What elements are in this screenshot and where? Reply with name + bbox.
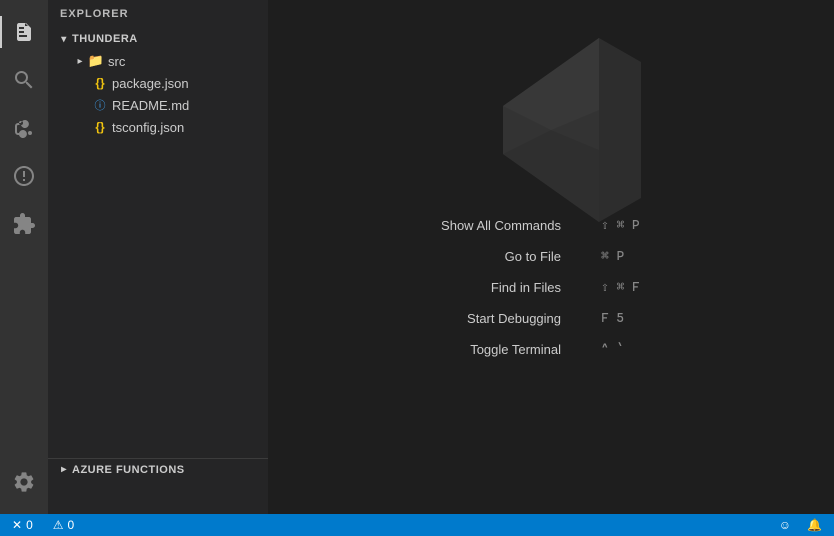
command-label-toggle-terminal: Toggle Terminal <box>441 342 561 357</box>
main-content: Show All Commands ⇧ ⌘ P Go to File ⌘ P F… <box>268 0 834 514</box>
folder-icon: 📁 <box>88 53 104 69</box>
error-icon: ✕ <box>12 518 22 532</box>
status-warnings[interactable]: ⚠ 0 <box>49 518 78 532</box>
json-icon-ts: {} <box>92 119 108 135</box>
chevron-right-icon: ▸ <box>72 53 88 69</box>
tree-item-readme[interactable]: ⓘ README.md <box>48 94 268 116</box>
warning-count: 0 <box>68 518 75 532</box>
tree-item-src[interactable]: ▸ 📁 src <box>48 50 268 72</box>
command-row-find-files[interactable]: Find in Files ⇧ ⌘ F <box>441 272 661 303</box>
status-errors[interactable]: ✕ 0 <box>8 518 37 532</box>
tree-item-package-json[interactable]: {} package.json <box>48 72 268 94</box>
tree-label-readme: README.md <box>112 98 189 113</box>
command-shortcut-start-debug: F 5 <box>601 311 661 326</box>
sidebar: Explorer ▾ THUNDERA ▸ 📁 src {} package.j… <box>48 0 268 514</box>
azure-section-label: AZURE FUNCTIONS <box>72 464 185 476</box>
chevron-down-icon: ▾ <box>56 31 72 47</box>
status-bar: ✕ 0 ⚠ 0 ☺ 🔔 <box>0 514 834 536</box>
command-label-find-files: Find in Files <box>441 280 561 295</box>
search-icon[interactable] <box>0 56 48 104</box>
tree-label-package-json: package.json <box>112 76 189 91</box>
debug-icon[interactable] <box>0 152 48 200</box>
tree-root-thundera[interactable]: ▾ THUNDERA <box>48 28 268 50</box>
command-row-goto-file[interactable]: Go to File ⌘ P <box>441 241 661 272</box>
status-bell[interactable]: 🔔 <box>803 518 826 532</box>
tree-label-src: src <box>108 54 125 69</box>
azure-section[interactable]: ▸ AZURE FUNCTIONS <box>48 458 268 480</box>
command-shortcut-toggle-terminal: ^ ` <box>601 342 661 357</box>
settings-icon[interactable] <box>0 458 48 506</box>
warning-icon: ⚠ <box>53 518 64 532</box>
status-smiley[interactable]: ☺ <box>775 518 795 532</box>
command-shortcut-find-files: ⇧ ⌘ F <box>601 280 661 295</box>
vscode-logo <box>451 30 651 230</box>
md-icon: ⓘ <box>92 97 108 113</box>
tree-label-tsconfig: tsconfig.json <box>112 120 184 135</box>
tree-root-label: THUNDERA <box>72 33 138 45</box>
commands-panel: Show All Commands ⇧ ⌘ P Go to File ⌘ P F… <box>441 210 661 365</box>
files-icon[interactable] <box>0 8 48 56</box>
sidebar-header: Explorer <box>48 0 268 28</box>
command-label-goto-file: Go to File <box>441 249 561 264</box>
status-left: ✕ 0 ⚠ 0 <box>8 518 78 532</box>
extensions-icon[interactable] <box>0 200 48 248</box>
command-row-toggle-terminal[interactable]: Toggle Terminal ^ ` <box>441 334 661 365</box>
chevron-right-azure-icon: ▸ <box>56 462 72 478</box>
tree-item-tsconfig[interactable]: {} tsconfig.json <box>48 116 268 138</box>
command-label-start-debug: Start Debugging <box>441 311 561 326</box>
command-row-start-debug[interactable]: Start Debugging F 5 <box>441 303 661 334</box>
command-shortcut-goto-file: ⌘ P <box>601 249 661 264</box>
app-container: Explorer ▾ THUNDERA ▸ 📁 src {} package.j… <box>0 0 834 514</box>
activity-bar <box>0 0 48 514</box>
json-icon: {} <box>92 75 108 91</box>
bell-icon: 🔔 <box>807 518 822 532</box>
file-tree: ▾ THUNDERA ▸ 📁 src {} package.json ⓘ REA… <box>48 28 268 514</box>
smiley-icon: ☺ <box>779 518 791 532</box>
error-count: 0 <box>26 518 33 532</box>
source-control-icon[interactable] <box>0 104 48 152</box>
status-right: ☺ 🔔 <box>775 518 826 532</box>
